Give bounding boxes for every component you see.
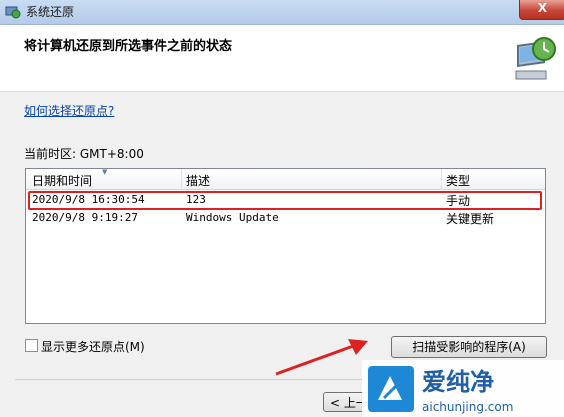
current-timezone: 当前时区: GMT+8:00	[24, 147, 144, 161]
column-separator[interactable]	[181, 169, 182, 189]
row-description: Windows Update	[186, 211, 279, 224]
column-header-datetime[interactable]: 日期和时间	[32, 172, 92, 189]
wizard-header: 将计算机还原到所选事件之前的状态	[0, 25, 564, 92]
title-bar: 系统还原 X	[0, 0, 564, 25]
scan-affected-programs-button[interactable]: 扫描受影响的程序(A)	[391, 336, 547, 358]
row-datetime: 2020/9/8 9:19:27	[32, 211, 138, 224]
show-more-checkbox[interactable]	[25, 339, 38, 352]
column-header-description[interactable]: 描述	[186, 172, 210, 189]
close-icon: X	[537, 1, 548, 15]
how-to-choose-restore-point-link[interactable]: 如何选择还原点?	[24, 102, 114, 119]
selection-highlight-annotation	[28, 191, 542, 210]
table-row[interactable]: 2020/9/8 9:19:27 Windows Update 关键更新	[26, 209, 545, 226]
watermark-url: aichunjing.com	[422, 400, 513, 414]
watermark-logo: 爱纯净 aichunjing.com	[362, 360, 564, 417]
watermark-brand: 爱纯净	[422, 368, 494, 396]
sort-arrow-icon: ▼	[102, 168, 108, 176]
row-type: 关键更新	[446, 212, 495, 226]
column-header-type[interactable]: 类型	[446, 172, 470, 189]
column-separator[interactable]	[441, 169, 442, 189]
list-header: ▼ 日期和时间 描述 类型	[26, 168, 545, 190]
show-more-label: 显示更多还原点(M)	[41, 340, 145, 354]
page-title: 将计算机还原到所选事件之前的状态	[24, 39, 233, 54]
close-button[interactable]: X	[519, 0, 564, 20]
window-title: 系统还原	[26, 5, 75, 19]
system-restore-app-icon	[5, 6, 21, 19]
computer-restore-icon	[515, 37, 556, 80]
